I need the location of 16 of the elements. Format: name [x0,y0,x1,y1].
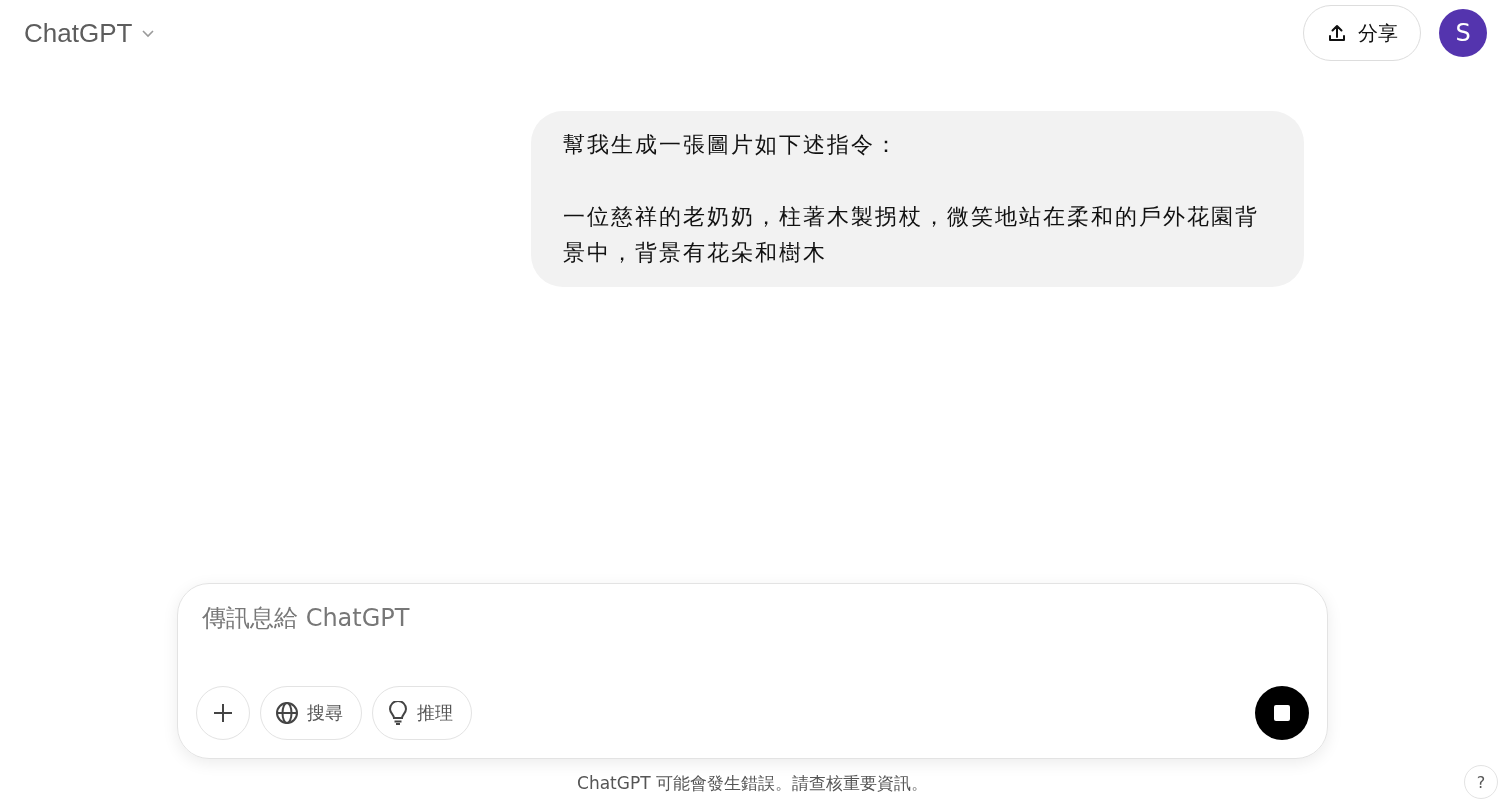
lightbulb-icon [387,701,409,725]
search-button[interactable]: 搜尋 [260,686,362,740]
message-text: 一位慈祥的老奶奶，柱著木製拐杖，微笑地站在柔和的戶外花園背景中，背景有花朵和樹木 [563,203,1260,267]
stop-icon [1274,705,1290,721]
help-button[interactable]: ? [1464,765,1498,799]
attach-button[interactable] [196,686,250,740]
avatar[interactable]: S [1439,9,1487,57]
stop-button[interactable] [1255,686,1309,740]
model-selector[interactable]: ChatGPT [12,11,169,55]
upload-icon [1326,22,1348,44]
plus-icon [212,702,234,724]
share-button[interactable]: 分享 [1303,5,1421,61]
message-text: 幫我生成一張圖片如下述指令： [563,131,900,159]
globe-icon [275,701,299,725]
disclaimer-text: ChatGPT 可能會發生錯誤。請查核重要資訊。 [577,773,928,793]
reason-button[interactable]: 推理 [372,686,472,740]
